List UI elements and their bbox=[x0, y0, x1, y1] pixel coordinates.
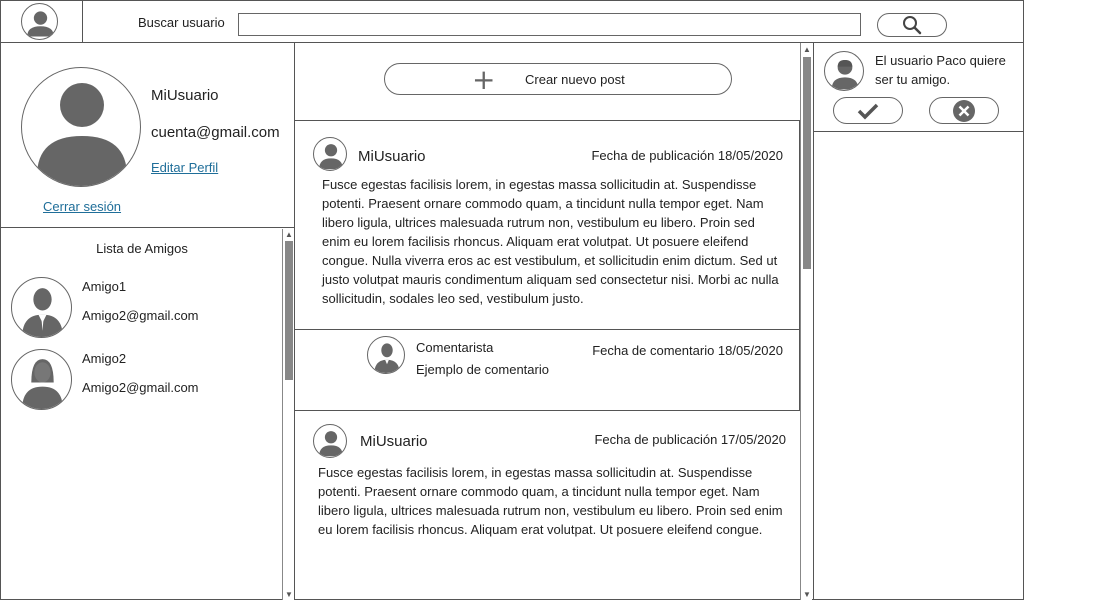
feed-scrollbar[interactable]: ▲ ▼ bbox=[800, 43, 812, 600]
user-icon bbox=[313, 137, 347, 171]
scroll-thumb[interactable] bbox=[285, 241, 293, 380]
scroll-up-icon[interactable]: ▲ bbox=[802, 45, 812, 55]
post-card: MiUsuario Fecha de publicación 18/05/202… bbox=[295, 121, 800, 411]
divider bbox=[295, 329, 800, 330]
post-author: MiUsuario bbox=[360, 433, 428, 450]
comment-author: Comentarista bbox=[416, 340, 494, 355]
comment-text: Ejemplo de comentario bbox=[416, 362, 549, 377]
scroll-thumb[interactable] bbox=[803, 57, 811, 269]
close-circle-icon bbox=[953, 99, 975, 122]
user-icon bbox=[313, 424, 347, 458]
list-item[interactable]: Amigo2 Amigo2@gmail.com bbox=[1, 349, 281, 415]
notification-text: El usuario Paco quiere ser tu amigo. bbox=[875, 53, 1006, 87]
friend-name: Amigo1 bbox=[82, 279, 127, 294]
profile-avatar-icon bbox=[21, 67, 141, 187]
profile-email: cuenta@gmail.com bbox=[151, 124, 280, 141]
logout-link[interactable]: Cerrar sesión bbox=[43, 199, 121, 214]
user-icon bbox=[824, 51, 864, 91]
app-window: Buscar usuario MiUsuario cuenta@gmail.co… bbox=[0, 0, 1024, 600]
feed: + Crear nuevo post MiUsuario Fecha de pu… bbox=[295, 43, 814, 600]
create-post-label: Crear nuevo post bbox=[525, 72, 625, 87]
new-post-area: + Crear nuevo post bbox=[295, 43, 800, 121]
left-sidebar: MiUsuario cuenta@gmail.com Editar Perfil… bbox=[1, 43, 295, 600]
commenter-icon bbox=[367, 336, 405, 374]
profile-panel: MiUsuario cuenta@gmail.com Editar Perfil… bbox=[1, 43, 294, 228]
top-divider bbox=[82, 1, 83, 43]
post-body: Fusce egestas facilisis lorem, in egesta… bbox=[318, 465, 783, 537]
post-body: Fusce egestas facilisis lorem, in egesta… bbox=[322, 177, 779, 306]
accept-request-button[interactable] bbox=[833, 97, 903, 124]
friend-request-notification: El usuario Paco quiere ser tu amigo. bbox=[814, 43, 1024, 132]
search-button[interactable] bbox=[877, 13, 947, 37]
female-user-icon bbox=[11, 349, 72, 410]
reject-request-button[interactable] bbox=[929, 97, 999, 124]
search-icon bbox=[903, 16, 922, 35]
friend-email: Amigo2@gmail.com bbox=[82, 308, 199, 323]
post-author: MiUsuario bbox=[358, 148, 426, 165]
post-date: Fecha de publicación 17/05/2020 bbox=[594, 432, 786, 447]
friend-name: Amigo2 bbox=[82, 351, 127, 366]
friend-email: Amigo2@gmail.com bbox=[82, 380, 199, 395]
notifications-panel: El usuario Paco quiere ser tu amigo. bbox=[814, 43, 1024, 600]
list-item[interactable]: Amigo1 Amigo2@gmail.com bbox=[1, 277, 281, 343]
profile-name: MiUsuario bbox=[151, 87, 219, 104]
search-input[interactable] bbox=[238, 13, 861, 36]
scroll-down-icon[interactable]: ▼ bbox=[284, 590, 294, 600]
friends-list-title: Lista de Amigos bbox=[96, 241, 188, 256]
search-label: Buscar usuario bbox=[138, 15, 225, 30]
checkmark-icon bbox=[857, 103, 879, 119]
friends-scrollbar[interactable]: ▲ ▼ bbox=[282, 229, 294, 600]
scroll-up-icon[interactable]: ▲ bbox=[284, 230, 294, 240]
edit-profile-link[interactable]: Editar Perfil bbox=[151, 160, 218, 175]
top-bar: Buscar usuario bbox=[1, 1, 1023, 43]
friends-list: Lista de Amigos Amigo1 Amigo2@gmail.com bbox=[1, 229, 294, 600]
user-avatar-icon[interactable] bbox=[21, 3, 58, 40]
scroll-down-icon[interactable]: ▼ bbox=[802, 590, 812, 600]
plus-icon: + bbox=[472, 63, 496, 96]
post-date: Fecha de publicación 18/05/2020 bbox=[591, 148, 783, 163]
create-post-button[interactable]: + Crear nuevo post bbox=[384, 63, 732, 95]
post-card: MiUsuario Fecha de publicación 17/05/202… bbox=[295, 412, 800, 600]
male-user-icon bbox=[11, 277, 72, 338]
comment-date: Fecha de comentario 18/05/2020 bbox=[592, 343, 783, 358]
